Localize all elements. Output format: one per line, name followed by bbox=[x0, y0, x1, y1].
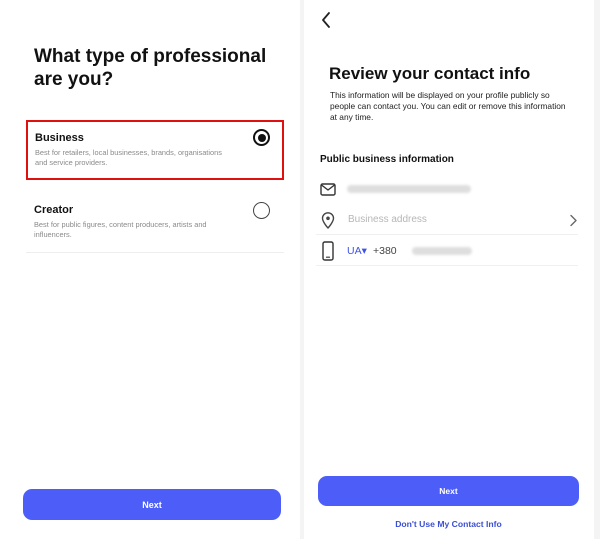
page-title: Review your contact info bbox=[329, 64, 531, 83]
dont-use-contact-info-link[interactable]: Don't Use My Contact Info bbox=[318, 519, 579, 529]
email-field[interactable] bbox=[316, 174, 578, 204]
chevron-right-icon bbox=[570, 214, 577, 227]
radio-unselected[interactable] bbox=[253, 202, 270, 219]
contact-info-screen: Review your contact info This informatio… bbox=[304, 0, 594, 539]
phone-icon bbox=[319, 241, 337, 261]
option-title: Creator bbox=[34, 204, 74, 216]
next-button[interactable]: Next bbox=[318, 476, 579, 506]
option-creator[interactable]: Creator Best for public figures, content… bbox=[26, 193, 284, 253]
next-button[interactable]: Next bbox=[23, 489, 281, 520]
option-description: Best for public figures, content produce… bbox=[34, 220, 207, 239]
mail-icon bbox=[319, 179, 337, 199]
option-business[interactable]: Business Best for retailers, local busin… bbox=[26, 120, 284, 180]
option-description: Best for retailers, local businesses, br… bbox=[35, 148, 222, 167]
screen-edge bbox=[594, 0, 600, 539]
email-value-blurred bbox=[347, 185, 471, 193]
phone-field[interactable]: UA▾ +380 bbox=[316, 236, 578, 266]
section-label: Public business information bbox=[320, 154, 454, 165]
radio-selected[interactable] bbox=[253, 129, 270, 146]
professional-type-screen: What type of professional are you? Busin… bbox=[0, 0, 300, 539]
address-field[interactable]: Business address bbox=[316, 205, 578, 235]
page-description: This information will be displayed on yo… bbox=[330, 90, 566, 122]
location-pin-icon bbox=[319, 210, 337, 230]
address-placeholder: Business address bbox=[348, 214, 427, 225]
phone-value-blurred bbox=[412, 247, 472, 255]
country-code-selector[interactable]: UA▾ bbox=[347, 245, 367, 257]
chevron-left-icon bbox=[322, 12, 330, 28]
dial-code: +380 bbox=[373, 245, 397, 257]
back-button[interactable] bbox=[318, 10, 334, 30]
page-title: What type of professional are you? bbox=[34, 46, 267, 90]
option-title: Business bbox=[35, 132, 84, 144]
